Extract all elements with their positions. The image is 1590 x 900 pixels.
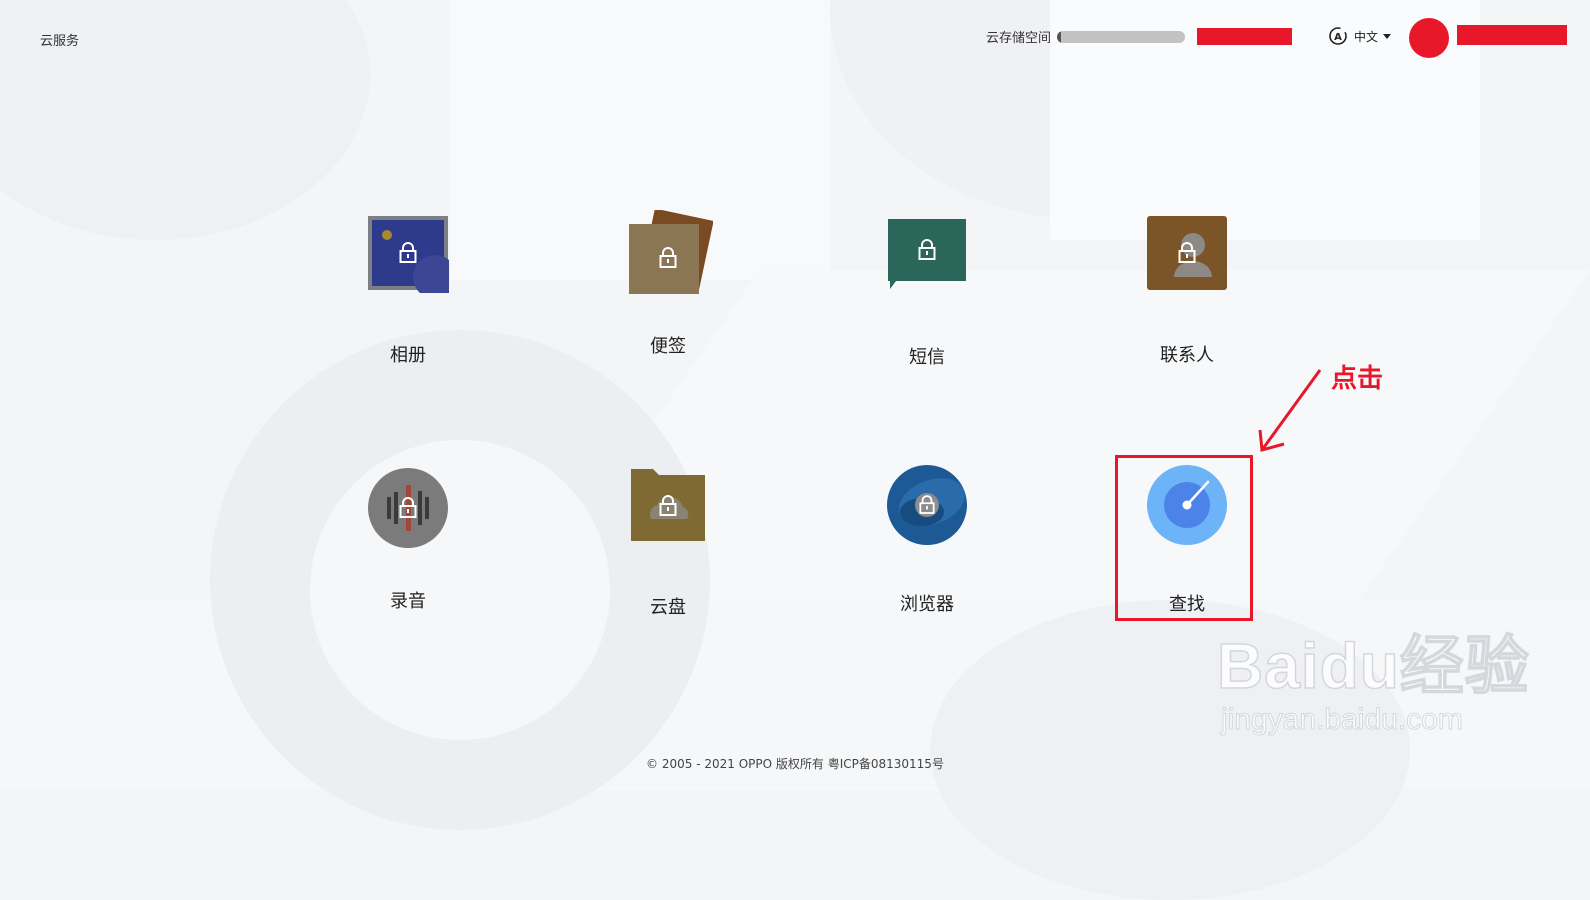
app-label: 浏览器: [900, 594, 954, 615]
lock-icon: [659, 495, 677, 517]
browser-icon: [886, 464, 968, 546]
cloud-drive-icon: [627, 467, 709, 549]
lock-icon: [919, 495, 935, 514]
annotation-text: 点击: [1331, 364, 1384, 394]
storage-label: 云存储空间: [986, 31, 1052, 46]
app-tile-recordings[interactable]: 录音: [338, 467, 478, 613]
lock-icon: [659, 246, 677, 268]
app-tile-contacts[interactable]: 联系人: [1117, 215, 1257, 367]
recordings-icon: [367, 467, 449, 549]
svg-text:A: A: [1334, 32, 1342, 43]
app-tile-notes[interactable]: 便签: [598, 208, 738, 358]
annotation-highlight-box: [1115, 455, 1253, 621]
storage-progress-bar: [1057, 30, 1186, 43]
lock-icon: [399, 497, 417, 518]
brand-title[interactable]: 云服务: [40, 30, 79, 49]
lock-icon: [918, 238, 936, 260]
annotation-arrow-icon: [1258, 369, 1322, 452]
app-tile-messages[interactable]: 短信: [857, 217, 997, 369]
storage-progress-fill: [1057, 30, 1062, 43]
storage-indicator[interactable]: 云存储空间: [986, 27, 1186, 46]
language-icon: A: [1329, 27, 1347, 45]
copyright-footer: © 2005 - 2021 OPPO 版权所有 粤ICP备08130115号: [646, 757, 944, 771]
watermark-logo: Baidu经验: [1216, 629, 1530, 703]
background-shape: [930, 600, 1410, 900]
app-label: 录音: [390, 591, 426, 612]
watermark-url: jingyan.baidu.com: [1221, 703, 1464, 737]
app-label: 短信: [909, 347, 945, 368]
app-tile-browser[interactable]: 浏览器: [857, 464, 997, 616]
language-selector[interactable]: A 中文: [1328, 26, 1392, 46]
contacts-icon: [1146, 215, 1228, 297]
redacted-username[interactable]: [1457, 25, 1567, 45]
redacted-storage-value: [1197, 28, 1292, 45]
notes-icon: [627, 208, 714, 294]
baidu-watermark: Baidu经验 jingyan.baidu.com: [1216, 615, 1530, 737]
app-tile-photos[interactable]: 相册: [338, 215, 478, 367]
app-label: 相册: [390, 345, 426, 366]
app-tile-cloud-drive[interactable]: 云盘: [598, 467, 738, 619]
chevron-down-icon: [1383, 33, 1392, 39]
photos-icon: [367, 215, 457, 299]
avatar[interactable]: [1409, 18, 1449, 58]
messages-icon: [886, 217, 968, 299]
lock-icon: [1178, 241, 1196, 263]
app-label: 云盘: [650, 597, 686, 618]
language-label: 中文: [1354, 29, 1379, 44]
app-label: 联系人: [1160, 345, 1214, 366]
lock-icon: [399, 241, 417, 263]
top-header: 云服务 云存储空间 A 中文: [0, 0, 1590, 72]
app-label: 便签: [650, 336, 686, 357]
